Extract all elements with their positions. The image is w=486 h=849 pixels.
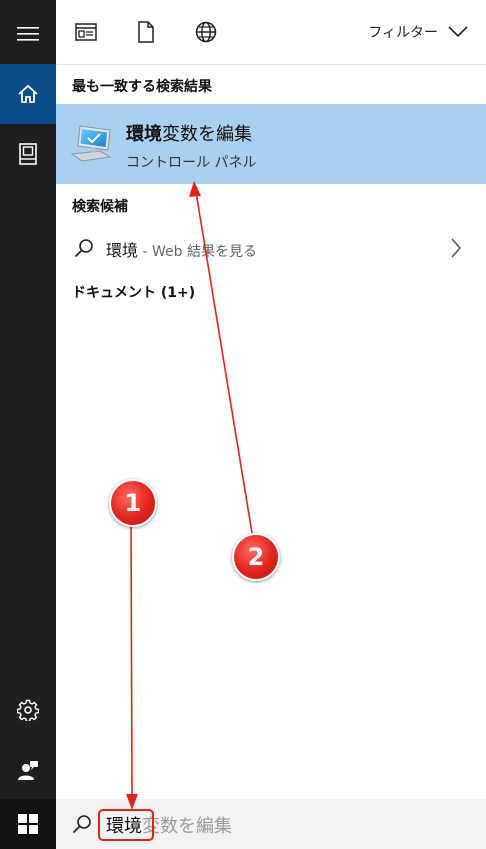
arrow-1-head [126,794,138,810]
arrow-2-line [195,191,253,534]
arrow-2-head [189,181,201,197]
typed-text-highlight [98,809,154,841]
annotation-badge-2: 2 [232,533,280,581]
annotation-badge-1: 1 [109,479,157,527]
arrow-1-line [130,517,133,801]
annotation-arrows [126,181,253,810]
